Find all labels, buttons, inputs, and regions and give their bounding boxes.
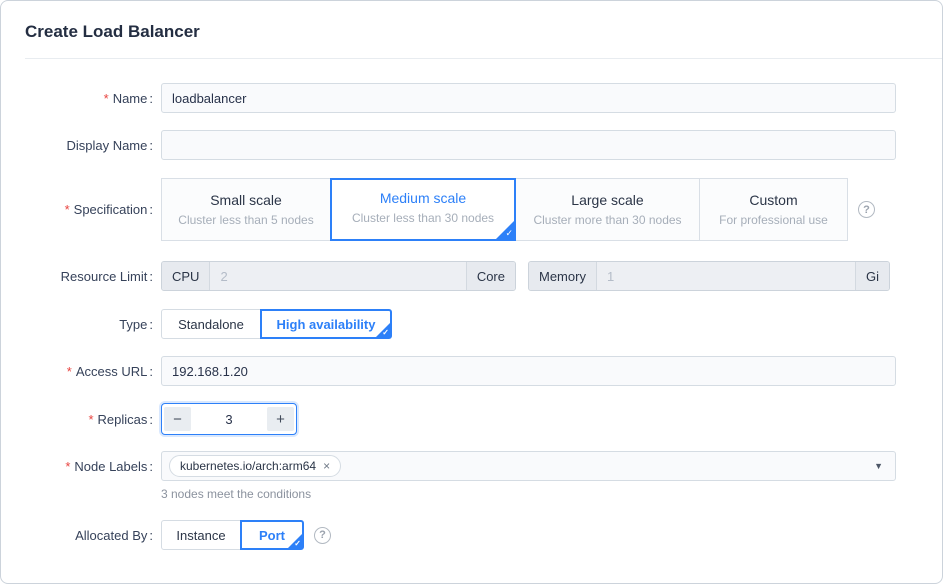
field-row-name: *Name: [25,83,896,113]
resource-limit-control: CPU Core Memory Gi [161,261,896,291]
field-row-node-labels: *Node Labels: kubernetes.io/arch:arm64 ×… [25,451,896,501]
specification-help-icon[interactable]: ? [858,201,875,218]
plus-icon: + [276,412,285,427]
access-url-label: *Access URL: [25,364,161,379]
allocated-by-option-port[interactable]: Port ✓ [240,520,304,550]
header-divider [25,58,942,59]
node-label-tag: kubernetes.io/arch:arm64 × [169,455,341,477]
increment-button[interactable]: + [267,407,294,431]
type-control: Standalone High availability ✓ [161,309,896,339]
check-icon: ✓ [382,328,389,337]
display-name-input[interactable] [161,130,896,160]
type-option-standalone[interactable]: Standalone [161,309,261,339]
memory-limit-group: Memory Gi [528,261,890,291]
access-url-input[interactable] [161,356,896,386]
type-option-high-availability[interactable]: High availability ✓ [260,309,392,339]
node-labels-help-text: 3 nodes meet the conditions [161,487,896,501]
name-input[interactable] [161,83,896,113]
page-title: Create Load Balancer [25,22,200,42]
type-label: Type: [25,317,161,332]
required-marker: * [65,202,70,217]
cpu-unit: Core [466,262,515,290]
field-row-resource-limit: Resource Limit: CPU Core Memory Gi [25,261,896,291]
check-icon: ✓ [505,228,513,239]
spec-card-medium-scale[interactable]: Medium scale Cluster less than 30 nodes … [330,178,516,241]
specification-cards: Small scale Cluster less than 5 nodes Me… [161,178,848,241]
allocated-by-help-icon[interactable]: ? [314,527,331,544]
required-marker: * [104,91,109,106]
specification-label: *Specification: [25,202,161,217]
replicas-label: *Replicas: [25,412,161,427]
field-row-replicas: *Replicas: − 3 + [25,403,896,435]
field-row-access-url: *Access URL: [25,356,896,386]
allocated-by-control: Instance Port ✓ ? [161,520,896,550]
cpu-prefix: CPU [162,262,210,290]
chevron-down-icon: ▼ [874,461,883,471]
node-labels-select[interactable]: kubernetes.io/arch:arm64 × ▼ [161,451,896,481]
memory-prefix: Memory [529,262,597,290]
spec-card-large-scale[interactable]: Large scale Cluster more than 30 nodes [515,178,700,241]
cpu-limit-input[interactable] [210,262,465,290]
allocated-by-label: Allocated By: [25,528,161,543]
replicas-control: − 3 + [161,403,896,435]
load-balancer-form: *Name: Display Name: *Specification: [1,59,942,550]
required-marker: * [88,412,93,427]
create-load-balancer-dialog: Create Load Balancer *Name: Display Name… [0,0,943,584]
spec-card-small-scale[interactable]: Small scale Cluster less than 5 nodes [161,178,331,241]
memory-unit: Gi [855,262,889,290]
node-labels-control: kubernetes.io/arch:arm64 × ▼ 3 nodes mee… [161,451,896,501]
minus-icon: − [173,412,182,427]
resource-limit-label: Resource Limit: [25,269,161,284]
field-row-display-name: Display Name: [25,130,896,160]
field-row-allocated-by: Allocated By: Instance Port ✓ ? [25,520,896,550]
node-labels-label: *Node Labels: [25,451,161,474]
specification-control: Small scale Cluster less than 5 nodes Me… [161,178,896,241]
access-url-control [161,356,896,386]
decrement-button[interactable]: − [164,407,191,431]
replicas-value[interactable]: 3 [191,412,267,427]
spec-card-custom[interactable]: Custom For professional use [699,178,848,241]
field-row-type: Type: Standalone High availability ✓ [25,309,896,339]
replicas-stepper: − 3 + [161,403,297,435]
remove-tag-icon[interactable]: × [323,460,330,472]
name-control [161,83,896,113]
cpu-limit-group: CPU Core [161,261,516,291]
field-row-specification: *Specification: Small scale Cluster less… [25,178,896,241]
dialog-header: Create Load Balancer [1,1,942,59]
display-name-label: Display Name: [25,138,161,153]
required-marker: * [67,364,72,379]
name-label: *Name: [25,91,161,106]
required-marker: * [65,459,70,474]
display-name-control [161,130,896,160]
check-icon: ✓ [294,539,301,548]
allocated-by-option-instance[interactable]: Instance [161,520,241,550]
memory-limit-input[interactable] [597,262,855,290]
